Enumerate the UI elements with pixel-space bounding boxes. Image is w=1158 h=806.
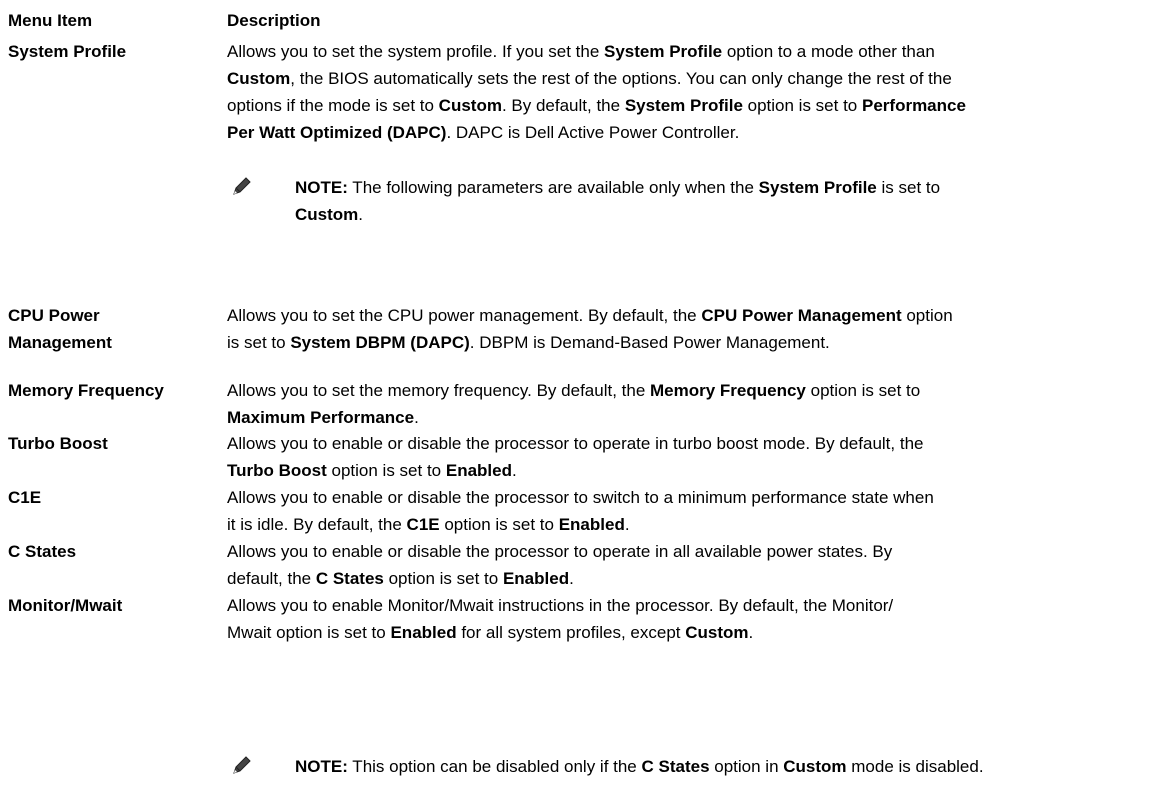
menu-item-monitor-mwait: Monitor/Mwait [8, 596, 123, 615]
body-text: The following parameters are available o… [347, 178, 759, 197]
description-line: Allows you to enable Monitor/Mwait instr… [227, 592, 893, 619]
emphasized-text: C1E [406, 515, 440, 534]
body-text: . [569, 569, 574, 588]
body-text: Mwait option is set to [227, 623, 391, 642]
description-line: Allows you to enable or disable the proc… [227, 538, 892, 565]
menu-item-c-states: C States [8, 542, 77, 561]
menu-item-turbo-boost: Turbo Boost [8, 434, 108, 453]
description-line: Custom, the BIOS automatically sets the … [227, 65, 952, 92]
emphasized-text: Enabled [390, 623, 457, 642]
description-line: is set to System DBPM (DAPC). DBPM is De… [227, 329, 830, 356]
body-text: for all system profiles, except [456, 623, 686, 642]
menu-item-c1e: C1E [8, 488, 42, 507]
emphasized-text: Per Watt Optimized (DAPC) [227, 123, 447, 142]
body-text: This option can be disabled only if the [347, 757, 642, 776]
pencil-note-icon [233, 177, 251, 195]
emphasized-text: Custom [783, 757, 847, 776]
description-line: Turbo Boost option is set to Enabled. [227, 457, 517, 484]
emphasized-text: Custom [438, 96, 502, 115]
emphasized-text: C States [315, 569, 384, 588]
document-page: Menu Item Description System Profile Allo… [0, 0, 1158, 806]
emphasized-text: Custom [227, 69, 291, 88]
menu-item-cpu-power-management: CPU Power [8, 306, 100, 325]
emphasized-text: Memory Frequency [650, 381, 806, 400]
body-text: mode is disabled. [846, 757, 984, 776]
body-text: Allows you to enable Monitor/Mwait instr… [227, 596, 894, 615]
body-text: . DBPM is Demand-Based Power Management. [469, 333, 830, 352]
column-header-description: Description [227, 11, 321, 30]
description-line: default, the C States option is set to E… [227, 565, 574, 592]
body-text: is set to [227, 333, 291, 352]
body-text: option [901, 306, 953, 325]
body-text: it is idle. By default, the [227, 515, 407, 534]
body-text: . [748, 623, 754, 642]
body-text: . [624, 515, 630, 534]
emphasized-text: NOTE: [295, 178, 348, 197]
description-line: it is idle. By default, the C1E option i… [227, 511, 630, 538]
note-line: NOTE: This option can be disabled only i… [295, 753, 984, 780]
body-text: is set to [876, 178, 941, 197]
body-text: . By default, the [501, 96, 625, 115]
body-text: . [414, 408, 419, 427]
body-text: . [511, 461, 517, 480]
description-line: Allows you to enable or disable the proc… [227, 430, 923, 457]
body-text: option is set to [439, 515, 559, 534]
emphasized-text: CPU Power Management [701, 306, 902, 325]
body-text: option is set to [742, 96, 862, 115]
description-line: Mwait option is set to Enabled for all s… [227, 619, 753, 646]
emphasized-text: System Profile [624, 96, 743, 115]
body-text: Allows you to set the memory frequency. … [227, 381, 650, 400]
emphasized-text: System Profile [758, 178, 877, 197]
description-line: Allows you to set the memory frequency. … [227, 377, 920, 404]
emphasized-text: Enabled [502, 569, 570, 588]
body-text: option is set to [326, 461, 446, 480]
menu-item-memory-frequency: Memory Frequency [8, 381, 164, 400]
emphasized-text: System Profile [604, 42, 723, 61]
emphasized-text: NOTE: [295, 757, 348, 776]
emphasized-text: Custom [685, 623, 749, 642]
body-text: option to a mode other than [722, 42, 935, 61]
column-header-menu-item: Menu Item [8, 11, 93, 30]
description-line: options if the mode is set to Custom. By… [227, 92, 966, 119]
body-text: . DAPC is Dell Active Power Controller. [446, 123, 740, 142]
body-text: default, the [227, 569, 316, 588]
body-text: Allows you to enable or disable the proc… [227, 434, 924, 453]
menu-item-system-profile: System Profile [8, 42, 127, 61]
emphasized-text: Performance [862, 96, 966, 115]
body-text: option is set to [383, 569, 503, 588]
body-text: Allows you to set the system profile. If… [227, 42, 605, 61]
body-text: options if the mode is set to [227, 96, 439, 115]
description-line: Maximum Performance. [227, 404, 419, 431]
emphasized-text: C States [641, 757, 710, 776]
body-text: option is set to [805, 381, 921, 400]
note-line: Custom. [295, 201, 363, 228]
body-text: Allows you to enable or disable the proc… [227, 488, 934, 507]
description-line: Per Watt Optimized (DAPC). DAPC is Dell … [227, 119, 739, 146]
body-text: Allows you to enable or disable the proc… [227, 542, 893, 561]
emphasized-text: Enabled [558, 515, 625, 534]
description-line: Allows you to set the system profile. If… [227, 38, 935, 65]
emphasized-text: Turbo Boost [227, 461, 327, 480]
menu-item-cpu-power-management: Management [8, 333, 112, 352]
emphasized-text: System DBPM (DAPC) [290, 333, 470, 352]
body-text: Allows you to set the CPU power manageme… [227, 306, 702, 325]
body-text: , the BIOS automatically sets the rest o… [290, 69, 952, 88]
emphasized-text: Maximum Performance [227, 408, 415, 427]
body-text: option in [709, 757, 784, 776]
emphasized-text: Custom [295, 205, 359, 224]
pencil-note-icon [233, 756, 251, 774]
body-text: . [358, 205, 364, 224]
description-line: Allows you to enable or disable the proc… [227, 484, 934, 511]
emphasized-text: Enabled [445, 461, 512, 480]
note-line: NOTE: The following parameters are avail… [295, 174, 940, 201]
description-line: Allows you to set the CPU power manageme… [227, 302, 953, 329]
